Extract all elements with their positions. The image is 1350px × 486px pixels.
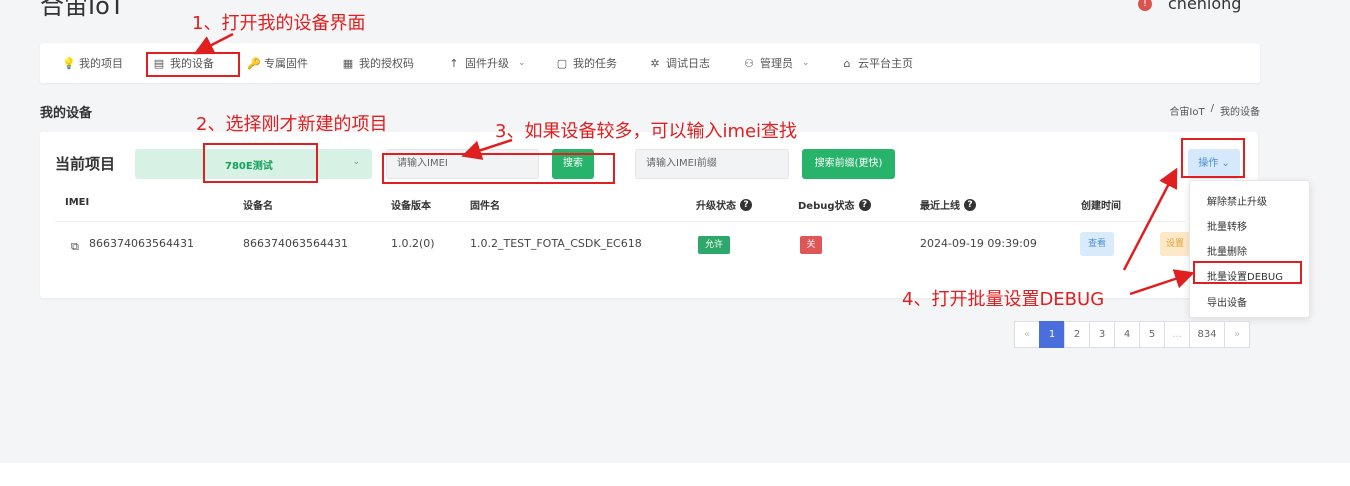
annotation-arrow-4b bbox=[1129, 269, 1195, 296]
annotation-arrow-4a bbox=[1122, 167, 1178, 271]
annotation-arrows bbox=[193, 32, 1195, 296]
annotation-arrow-3 bbox=[461, 138, 513, 160]
annotation-arrow-1 bbox=[193, 32, 234, 55]
app-page: 合宙IoT ! chenlong 💡 我的项目 ▤ 我的设备 🔑 专属固件 ▦ … bbox=[0, 0, 1350, 463]
